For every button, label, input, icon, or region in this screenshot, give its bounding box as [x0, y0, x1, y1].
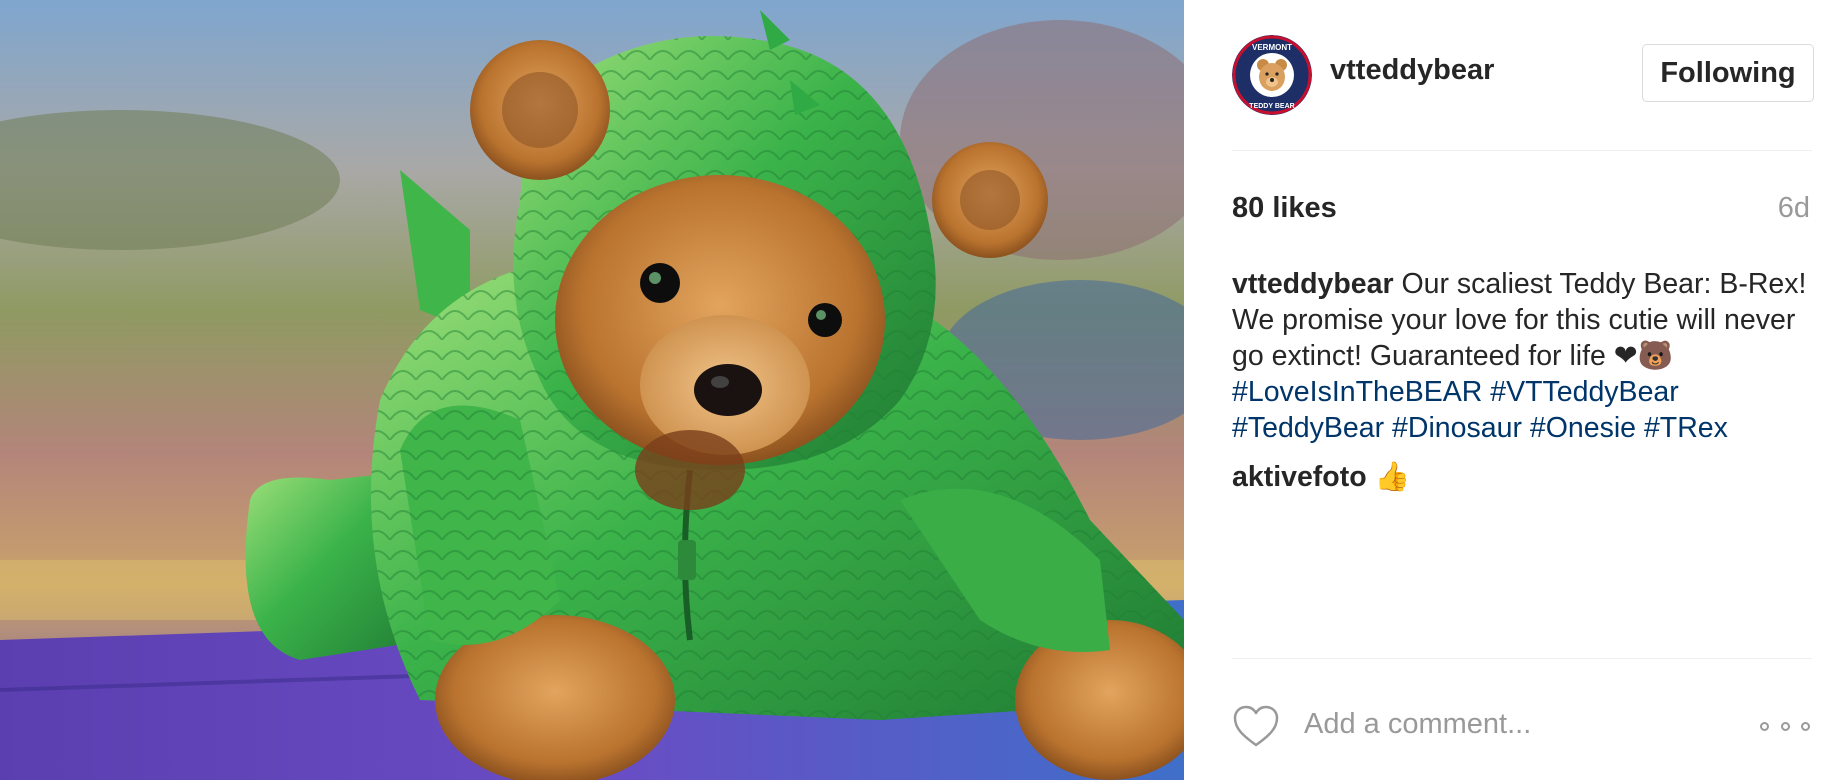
hashtag-link[interactable]: #VTTeddyBear [1490, 376, 1679, 408]
hashtag-link[interactable]: #Dinosaur [1392, 412, 1522, 444]
comment-username[interactable]: aktivefoto [1232, 461, 1367, 493]
divider [1232, 658, 1812, 659]
likes-count[interactable]: 80 likes [1232, 192, 1337, 225]
avatar[interactable]: VERMONT TEDDY BEAR [1232, 35, 1312, 115]
hashtag-link[interactable]: #LoveIsInTheBEAR [1232, 376, 1482, 408]
instagram-post: VERMONT TEDDY BEAR vtteddybear Following… [0, 0, 1840, 780]
post-header: VERMONT TEDDY BEAR vtteddybear Following [1232, 30, 1814, 151]
dot [1760, 721, 1769, 731]
hashtag-link[interactable]: #TeddyBear [1232, 412, 1384, 444]
avatar-text-bottom: TEDDY BEAR [1249, 103, 1294, 110]
teddy-bear-illustration [0, 0, 1184, 780]
caption-username[interactable]: vtteddybear [1232, 268, 1394, 300]
comment: aktivefoto 👍 [1232, 460, 1410, 494]
comment-text: 👍 [1374, 461, 1411, 493]
hashtag-link[interactable]: #Onesie [1530, 412, 1636, 444]
post-details-panel: VERMONT TEDDY BEAR vtteddybear Following… [1184, 0, 1840, 780]
dot [1801, 721, 1810, 731]
post-photo[interactable] [0, 0, 1184, 780]
add-comment-input[interactable] [1304, 704, 1694, 744]
header-username[interactable]: vtteddybear [1330, 54, 1494, 87]
post-age[interactable]: 6d [1778, 192, 1810, 225]
vermont-teddy-bear-logo-icon: VERMONT TEDDY BEAR [1232, 35, 1312, 115]
following-button[interactable]: Following [1642, 44, 1814, 102]
more-options-icon[interactable] [1760, 716, 1810, 736]
hashtag-link[interactable]: #TRex [1644, 412, 1728, 444]
caption: vtteddybear Our scaliest Teddy Bear: B-R… [1232, 266, 1807, 446]
like-heart-icon[interactable] [1232, 704, 1280, 748]
dot [1780, 721, 1790, 731]
avatar-text-top: VERMONT [1252, 43, 1292, 52]
